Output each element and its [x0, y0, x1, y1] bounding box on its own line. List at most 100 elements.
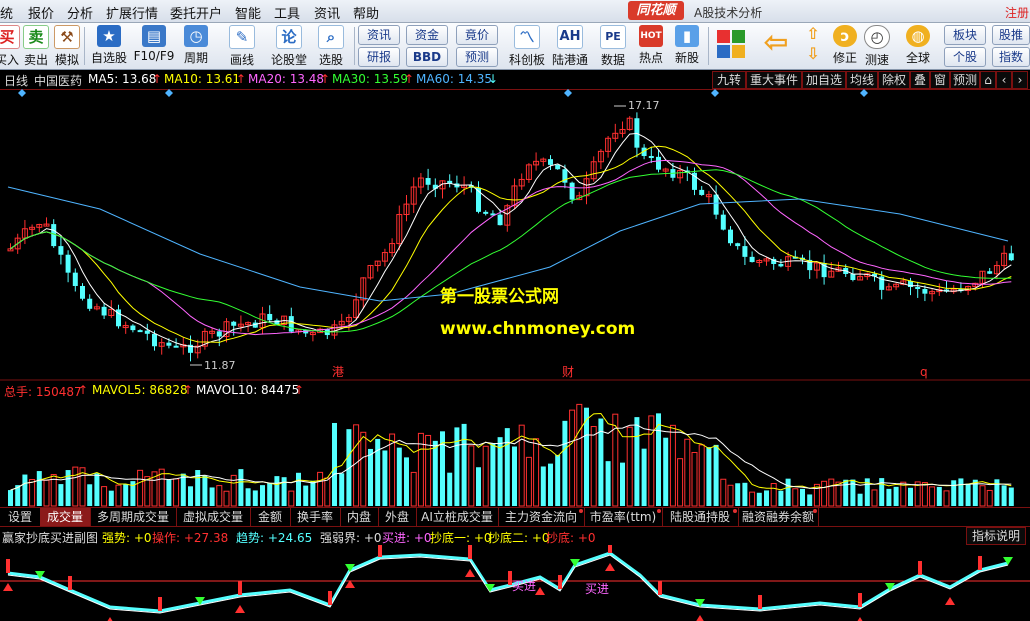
global-button[interactable]: ◍ 全球 — [898, 25, 938, 67]
volume-chart[interactable] — [0, 399, 1030, 507]
signal-bar — [558, 575, 562, 589]
forecast-panel-button[interactable]: 预测 — [950, 71, 980, 89]
indicator-tabs: 设置 成交量 多周期成交量 虚拟成交量 金额 换手率 内盘 外盘 AI立桩成交量… — [0, 507, 1030, 527]
draw-line-button[interactable]: ✎ 画线 — [224, 25, 260, 67]
candle-body — [130, 325, 136, 331]
bottom1-value: 抄底一: +0 — [430, 531, 492, 545]
ex-rights-button[interactable]: 除权 — [878, 71, 910, 89]
tab-outer[interactable]: 外盘 — [378, 508, 417, 526]
speed-test-button[interactable]: ◴ 测速 — [862, 25, 892, 67]
tab-hk-holdings[interactable]: 陆股通持股 — [662, 508, 739, 526]
individual-button[interactable]: 个股 — [944, 47, 986, 67]
menu-system[interactable]: 统 — [0, 3, 13, 22]
tab-virtual-volume[interactable]: 虚拟成交量 — [176, 508, 251, 526]
event-marker-q[interactable]: q — [920, 365, 928, 379]
fix-button[interactable]: ↄ 修正 — [830, 25, 860, 67]
chevron-right-icon[interactable]: › — [1012, 71, 1028, 89]
lock-icon[interactable]: ⌂ — [980, 71, 996, 89]
tab-multi-period-volume[interactable]: 多周期成交量 — [90, 508, 177, 526]
sector-button[interactable]: 板块 — [944, 25, 986, 45]
kline-chart[interactable]: 17.17 11.87 第一股票公式网 www.chnmoney.com 港 财… — [0, 89, 1030, 381]
menu-analysis[interactable]: 分析 — [67, 3, 93, 22]
menu-extended-market[interactable]: 扩展行情 — [106, 3, 158, 22]
signal-bar — [6, 559, 10, 573]
tab-main-capital-flow[interactable]: 主力资金流向 — [498, 508, 585, 526]
tab-ai-volume[interactable]: AI立桩成交量 — [416, 508, 499, 526]
up-arrow-icon: ↑ — [294, 383, 305, 397]
ma-line-button[interactable]: 均线 — [846, 71, 878, 89]
research-button[interactable]: 研报 — [358, 47, 400, 67]
tab-pe-ttm[interactable]: 市盈率(ttm) — [584, 508, 663, 526]
data-button[interactable]: PE 数据 — [596, 25, 630, 67]
up-arrow-icon: ↑ — [183, 383, 194, 397]
signal-bar — [758, 595, 762, 609]
volume-bar — [94, 473, 100, 506]
volume-bar — [1001, 485, 1007, 506]
mavol5-value: MAVOL5: 86828 — [92, 383, 188, 397]
stock-pick-button[interactable]: ⌕ 选股 — [312, 25, 350, 67]
window-button[interactable]: 窗 — [930, 71, 950, 89]
new-dot-icon — [657, 509, 661, 513]
menu-quote[interactable]: 报价 — [28, 3, 54, 22]
tab-turnover[interactable]: 换手率 — [290, 508, 341, 526]
event-marker-hk[interactable]: 港 — [332, 365, 344, 379]
auction-button[interactable]: 竟价 — [456, 25, 498, 45]
hammer-icon: ⚒ — [54, 25, 80, 49]
sell-button[interactable]: 卖 卖出 — [22, 25, 50, 67]
tab-inner[interactable]: 内盘 — [340, 508, 379, 526]
candle-body — [65, 254, 71, 273]
tab-settings[interactable]: 设置 — [0, 508, 41, 526]
volume-bar — [137, 469, 144, 507]
tab-volume[interactable]: 成交量 — [40, 508, 91, 526]
register-link[interactable]: 注册 — [1005, 4, 1029, 21]
event-diamond-icon — [711, 89, 719, 97]
candle-body — [72, 272, 78, 286]
tab-margin-balance[interactable]: 融资融券余额 — [738, 508, 819, 526]
watchlist-button[interactable]: ★ 自选股 — [88, 25, 130, 67]
arrow-left-icon: ⇦ — [763, 25, 789, 60]
arrow-up-button[interactable]: ⇧ ⇩ — [802, 25, 824, 67]
hk-connect-button[interactable]: AH 陆港通 — [550, 25, 590, 67]
new-stock-button[interactable]: ▮ 新股 — [670, 25, 704, 67]
menu-smart[interactable]: 智能 — [235, 3, 261, 22]
nine-turn-button[interactable]: 九转 — [712, 71, 746, 89]
f10-button[interactable]: ▤ F10/F9 — [132, 25, 176, 67]
menu-help[interactable]: 帮助 — [353, 3, 379, 22]
menu-news[interactable]: 资讯 — [314, 3, 340, 22]
period-button[interactable]: ◷ 周期 — [178, 25, 214, 67]
volume-bar — [770, 483, 777, 507]
color-grid-button[interactable] — [714, 25, 748, 67]
buy-button[interactable]: 买 买入 — [0, 25, 20, 67]
index-button[interactable]: 指数 — [992, 47, 1030, 67]
bbd-button[interactable]: BBD — [406, 47, 448, 67]
star-board-button[interactable]: 〽 科创板 — [506, 25, 548, 67]
hot-button[interactable]: HOT 热点 — [634, 25, 668, 67]
arrow-down-icon[interactable]: ⇩ — [803, 45, 823, 63]
indicator-help-button[interactable]: 指标说明 — [966, 527, 1026, 545]
candle-body — [483, 211, 489, 214]
volume-bar — [713, 444, 719, 506]
overlay-button[interactable]: 叠 — [910, 71, 930, 89]
menu-tools[interactable]: 工具 — [274, 3, 300, 22]
major-events-button[interactable]: 重大事件 — [746, 71, 802, 89]
menu-trade[interactable]: 委托开户 — [170, 3, 222, 22]
volume-bar — [504, 428, 510, 506]
simulate-button[interactable]: ⚒ 模拟 — [52, 25, 82, 67]
color-grid-icon — [717, 30, 745, 58]
back-button[interactable]: ⇦ — [758, 25, 794, 67]
mavol10-line — [10, 424, 1012, 491]
stock-push-button[interactable]: 股推 — [992, 25, 1030, 45]
capital-button[interactable]: 资金 — [406, 25, 448, 45]
add-watchlist-button[interactable]: 加自选 — [802, 71, 846, 89]
tab-amount[interactable]: 金额 — [250, 508, 291, 526]
event-marker-finance[interactable]: 财 — [562, 365, 574, 379]
signal-bar — [68, 576, 72, 590]
news-button[interactable]: 资讯 — [358, 25, 400, 45]
volume-bar — [396, 447, 402, 506]
forum-button[interactable]: 论 论股堂 — [268, 25, 310, 67]
chevron-left-icon[interactable]: ‹ — [996, 71, 1012, 89]
forecast-button[interactable]: 预测 — [456, 47, 498, 67]
indicator-chart[interactable]: 买进 买进 — [0, 545, 1030, 621]
volume-bar — [22, 474, 28, 506]
bottom-triangle-icon — [107, 617, 113, 621]
